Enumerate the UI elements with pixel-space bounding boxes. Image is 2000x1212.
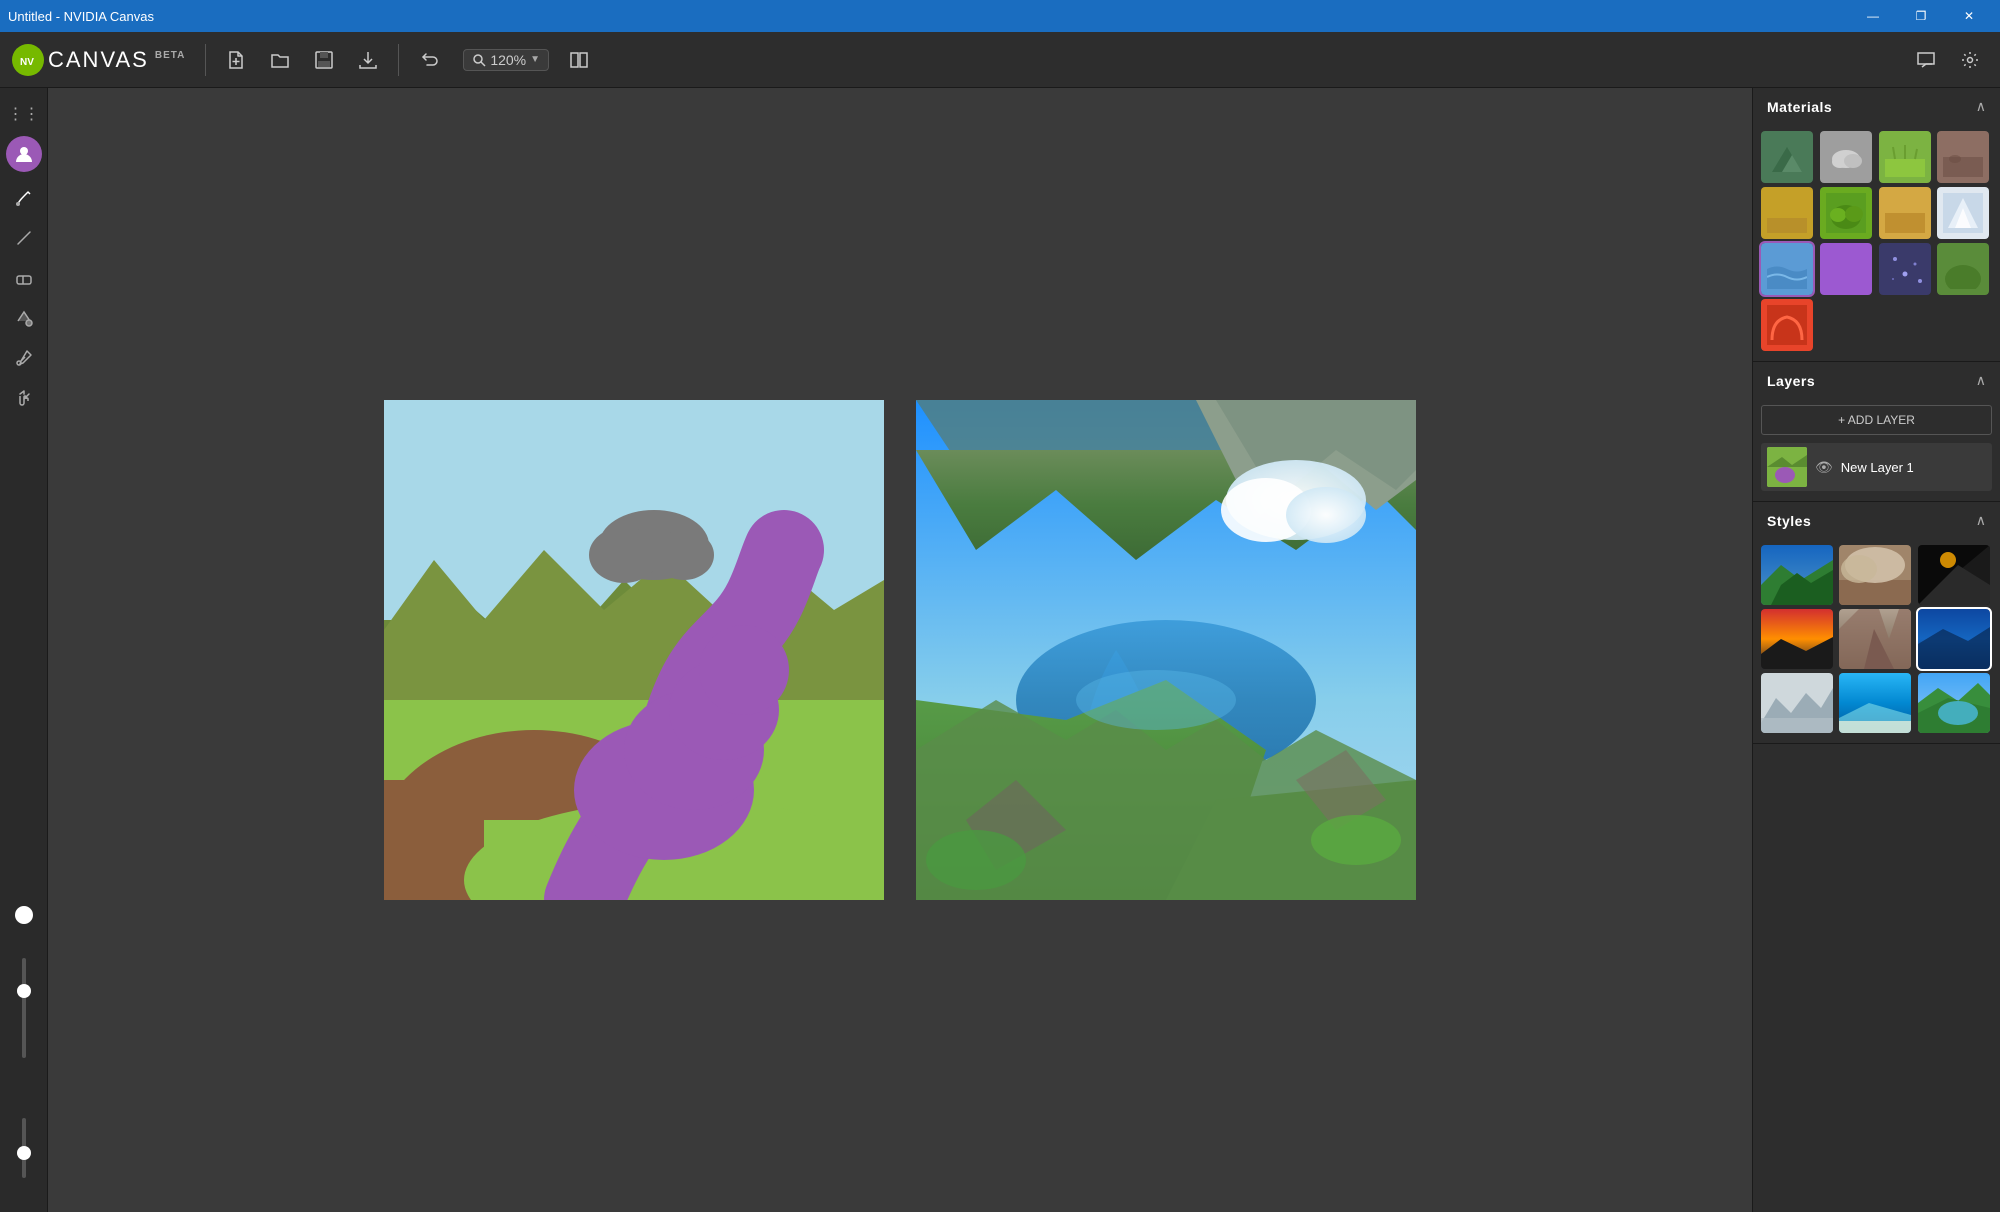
segmentation-canvas[interactable] (384, 400, 884, 900)
material-item-purple[interactable] (1820, 243, 1872, 295)
eraser-tool[interactable] (6, 260, 42, 296)
layer-thumbnail (1767, 447, 1807, 487)
layers-header[interactable]: Layers ∧ (1753, 362, 2000, 399)
layers-content: + ADD LAYER 👁 New Layer 1 (1753, 399, 2000, 501)
close-button[interactable]: ✕ (1946, 0, 1992, 32)
style-item-5[interactable] (1839, 609, 1911, 669)
materials-grid (1753, 125, 2000, 361)
opacity-slider[interactable] (22, 1118, 26, 1178)
add-layer-button[interactable]: + ADD LAYER (1761, 405, 1992, 435)
save-button[interactable] (306, 42, 342, 78)
maximize-button[interactable]: ❐ (1898, 0, 1944, 32)
zoom-control[interactable]: 120% ▼ (463, 49, 549, 71)
canvas-label: CANVAS (48, 47, 149, 73)
open-file-button[interactable] (262, 42, 298, 78)
nvidia-logo: NV (12, 44, 44, 76)
materials-header[interactable]: Materials ∧ (1753, 88, 2000, 125)
layer-name-label: New Layer 1 (1841, 460, 1914, 475)
toolbar: NV CANVAS BETA (0, 32, 2000, 88)
material-item-green-hill[interactable] (1937, 243, 1989, 295)
eyedropper-tool[interactable] (6, 340, 42, 376)
materials-chevron: ∧ (1976, 98, 1986, 115)
material-item-red-arch[interactable] (1761, 299, 1813, 351)
titlebar-title: Untitled - NVIDIA Canvas (8, 9, 154, 24)
styles-header[interactable]: Styles ∧ (1753, 502, 2000, 539)
compare-button[interactable] (561, 42, 597, 78)
titlebar-left: Untitled - NVIDIA Canvas (8, 9, 154, 24)
fill-tool[interactable] (6, 300, 42, 336)
toolbar-separator-1 (205, 44, 206, 76)
minimize-button[interactable]: — (1850, 0, 1896, 32)
style-item-1[interactable] (1761, 545, 1833, 605)
brush-tool[interactable] (6, 180, 42, 216)
styles-chevron: ∧ (1976, 512, 1986, 529)
style-item-3[interactable] (1918, 545, 1990, 605)
material-item-sparkle[interactable] (1879, 243, 1931, 295)
material-item-cloud[interactable] (1820, 131, 1872, 183)
zoom-dropdown-icon: ▼ (530, 54, 540, 65)
toolbar-separator-2 (398, 44, 399, 76)
undo-button[interactable] (411, 42, 447, 78)
right-panel: Materials ∧ (1752, 88, 2000, 1212)
material-item-sand[interactable] (1879, 187, 1931, 239)
titlebar: Untitled - NVIDIA Canvas — ❐ ✕ (0, 0, 2000, 32)
layer-item[interactable]: 👁 New Layer 1 (1761, 443, 1992, 491)
layer-visibility-icon[interactable]: 👁 (1815, 459, 1833, 476)
segmentation-canvas-panel (384, 400, 884, 900)
material-item-dirt[interactable] (1937, 131, 1989, 183)
canvas-area (48, 88, 1752, 1212)
chat-button[interactable] (1908, 42, 1944, 78)
settings-button[interactable] (1952, 42, 1988, 78)
titlebar-controls: — ❐ ✕ (1850, 0, 1992, 32)
material-item-grass[interactable] (1879, 131, 1931, 183)
left-sidebar: ⋮⋮ (0, 88, 48, 1212)
generated-photo[interactable] (916, 400, 1416, 900)
style-item-7[interactable] (1761, 673, 1833, 733)
materials-title: Materials (1767, 99, 1832, 115)
zoom-value: 120% (490, 52, 526, 68)
layers-chevron: ∧ (1976, 372, 1986, 389)
beta-label: BETA (155, 50, 185, 61)
export-button[interactable] (350, 42, 386, 78)
style-item-6[interactable] (1918, 609, 1990, 669)
materials-section: Materials ∧ (1753, 88, 2000, 362)
styles-title: Styles (1767, 513, 1811, 529)
style-item-2[interactable] (1839, 545, 1911, 605)
app-logo: NV CANVAS BETA (12, 44, 185, 76)
grid-button[interactable]: ⋮⋮ (6, 96, 42, 132)
style-item-9[interactable] (1918, 673, 1990, 733)
material-item-snow[interactable] (1937, 187, 1989, 239)
material-item-bush[interactable] (1820, 187, 1872, 239)
material-item-savanna[interactable] (1761, 187, 1813, 239)
svg-text:NV: NV (20, 57, 34, 68)
line-tool[interactable] (6, 220, 42, 256)
zoom-icon (472, 53, 486, 67)
pan-tool[interactable] (6, 380, 42, 416)
material-item-water[interactable] (1761, 243, 1813, 295)
material-item-mountain[interactable] (1761, 131, 1813, 183)
user-avatar[interactable] (6, 136, 42, 172)
layers-title: Layers (1767, 373, 1815, 389)
styles-grid (1753, 539, 2000, 743)
toolbar-right (1908, 42, 1988, 78)
color-dot[interactable] (15, 906, 33, 924)
main-content: ⋮⋮ (0, 88, 2000, 1212)
style-item-8[interactable] (1839, 673, 1911, 733)
styles-section: Styles ∧ (1753, 502, 2000, 744)
generated-photo-panel (916, 400, 1416, 900)
brush-size-slider[interactable] (22, 958, 26, 1058)
new-file-button[interactable] (218, 42, 254, 78)
style-item-4[interactable] (1761, 609, 1833, 669)
layers-section: Layers ∧ + ADD LAYER 👁 New Layer 1 (1753, 362, 2000, 502)
